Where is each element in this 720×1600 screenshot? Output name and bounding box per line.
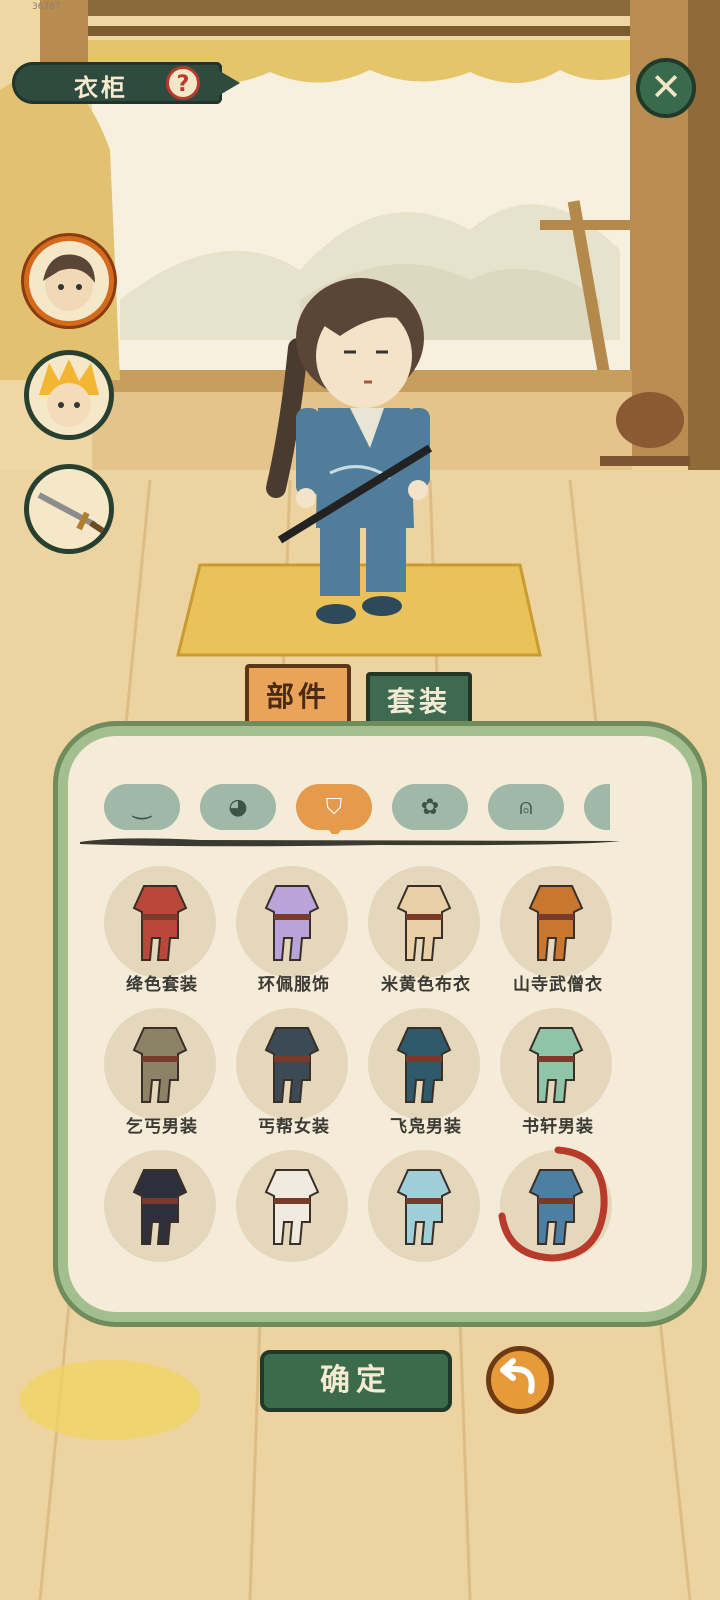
outfit-item[interactable] [496,1146,620,1280]
outfit-item[interactable]: 环佩服饰 [232,866,356,996]
weapon-sword-button[interactable] [24,464,114,554]
outfit-icon [264,885,320,961]
sword-icon [37,492,105,534]
category-bar: ‿ ◕ ⛉ ✿ ⍝ ◐ [104,784,610,834]
outfit-icon [132,1169,188,1245]
player-character [266,278,433,624]
outfit-label: 乞丐男装 [126,1117,198,1137]
character-portrait-button[interactable] [24,236,114,326]
outfit-item[interactable]: 丐帮女装 [232,1008,356,1138]
outfit-icon [396,1169,452,1245]
shoes-icon[interactable]: ⍝ [488,784,564,830]
undo-arrow-icon [500,1358,535,1394]
outfit-icon [396,1027,452,1103]
outfit-item[interactable]: 书轩男装 [496,1008,620,1138]
character-portrait-icon [43,254,95,311]
flower-accessory-icon[interactable]: ✿ [392,784,468,830]
outfit-icon [264,1027,320,1103]
tab-sets[interactable]: 套装 [366,672,472,728]
outfit-label: 书轩男装 [522,1117,594,1137]
face-glyph: ‿ [133,794,151,820]
outfit-icon [528,885,584,961]
clothing-glyph: ⛉ [325,794,343,820]
outfit-item[interactable]: 米黄色布衣 [364,866,488,996]
brush-divider [80,838,620,847]
clothing-icon[interactable]: ⛉ [296,784,372,834]
outfit-icon [528,1027,584,1103]
tab-parts[interactable]: 部件 [245,664,351,726]
outfit-label: 绛色套装 [126,975,198,995]
companion-portrait-button[interactable] [24,350,114,440]
outfit-label: 山寺武僧衣 [513,975,603,995]
outfit-icon [132,1027,188,1103]
game-scene: 衣柜 ? ✕ 36767 部件 套装 ‿ ◕ ⛉ ✿ ⍝ 绛色套装 环佩服饰 米… [0,0,720,1600]
flower-glyph: ✿ [420,794,440,820]
outfit-label: 飞凫男装 [390,1117,462,1137]
page-title: 衣柜 [74,73,128,102]
outfit-item[interactable]: 绛色套装 [100,866,224,996]
equipped-ring-icon [498,1146,608,1262]
outfit-label: 环佩服饰 [258,975,330,995]
close-icon: ✕ [650,65,682,109]
outfit-item[interactable] [232,1150,356,1280]
outfit-item[interactable]: 乞丐男装 [100,1008,224,1138]
outfit-item[interactable]: 飞凫男装 [364,1008,488,1138]
status-bar-text: 36767 [32,2,61,12]
back-button[interactable] [486,1346,554,1414]
outfit-item[interactable] [100,1150,224,1280]
more-icon[interactable]: ◐ [584,784,610,830]
outfit-icon [132,885,188,961]
hair-glyph: ◕ [228,794,248,820]
close-button[interactable]: ✕ [636,58,696,118]
outfit-item[interactable]: 山寺武僧衣 [496,866,620,996]
hair-icon[interactable]: ◕ [200,784,276,830]
confirm-button[interactable]: 确定 [260,1350,452,1412]
outfit-label: 丐帮女装 [258,1117,330,1137]
outfit-icon [264,1169,320,1245]
question-mark-icon[interactable]: ? [166,66,200,100]
shoes-glyph: ⍝ [519,794,533,820]
face-icon[interactable]: ‿ [104,784,180,830]
outfit-label: 米黄色布衣 [381,975,471,995]
outfit-icon [396,885,452,961]
companion-portrait-icon [39,359,99,427]
outfit-item[interactable] [364,1150,488,1280]
